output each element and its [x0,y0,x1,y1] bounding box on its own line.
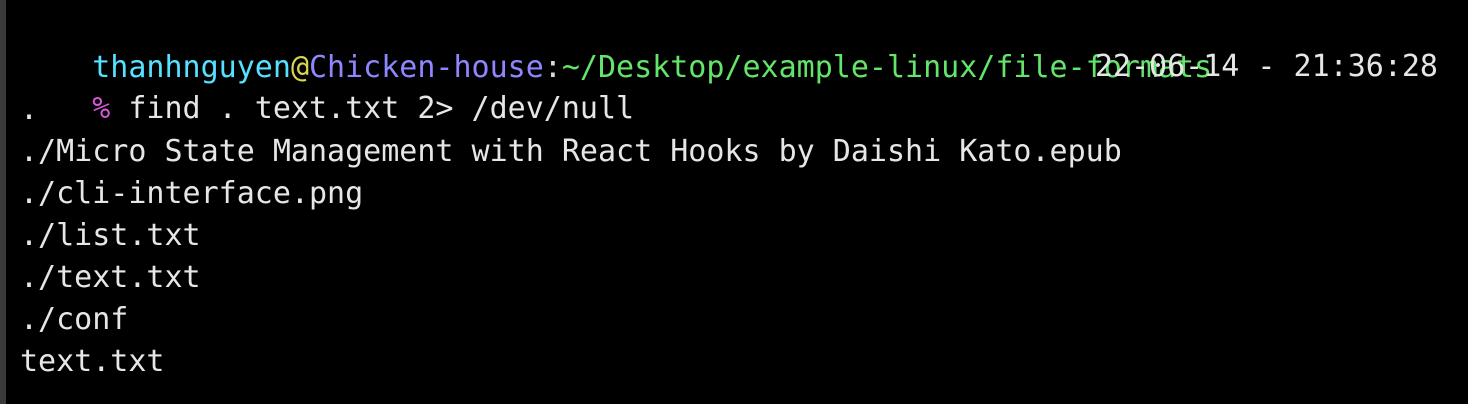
command-gap [110,91,128,126]
output-line: ./conf [20,302,129,337]
command-timestamp: 22-06-14 - 21:36:28 [1094,49,1438,84]
output-line: ./text.txt [20,260,201,295]
output-line: text.txt [20,344,165,379]
prompt-line: thanhnguyen@Chicken-house:~/Desktop/exam… [20,5,1212,85]
command-text: find . text.txt 2> /dev/null [128,91,635,126]
output-line: ./cli-interface.png [20,176,364,211]
output-line: . [20,92,39,127]
terminal-window[interactable]: thanhnguyen@Chicken-house:~/Desktop/exam… [0,0,1468,404]
output-line: ./list.txt [20,218,201,253]
command-line: % find . text.txt 2> /dev/null [20,46,634,126]
output-line: ./Micro State Management with React Hook… [20,134,1122,169]
prompt-symbol: % [92,91,111,126]
